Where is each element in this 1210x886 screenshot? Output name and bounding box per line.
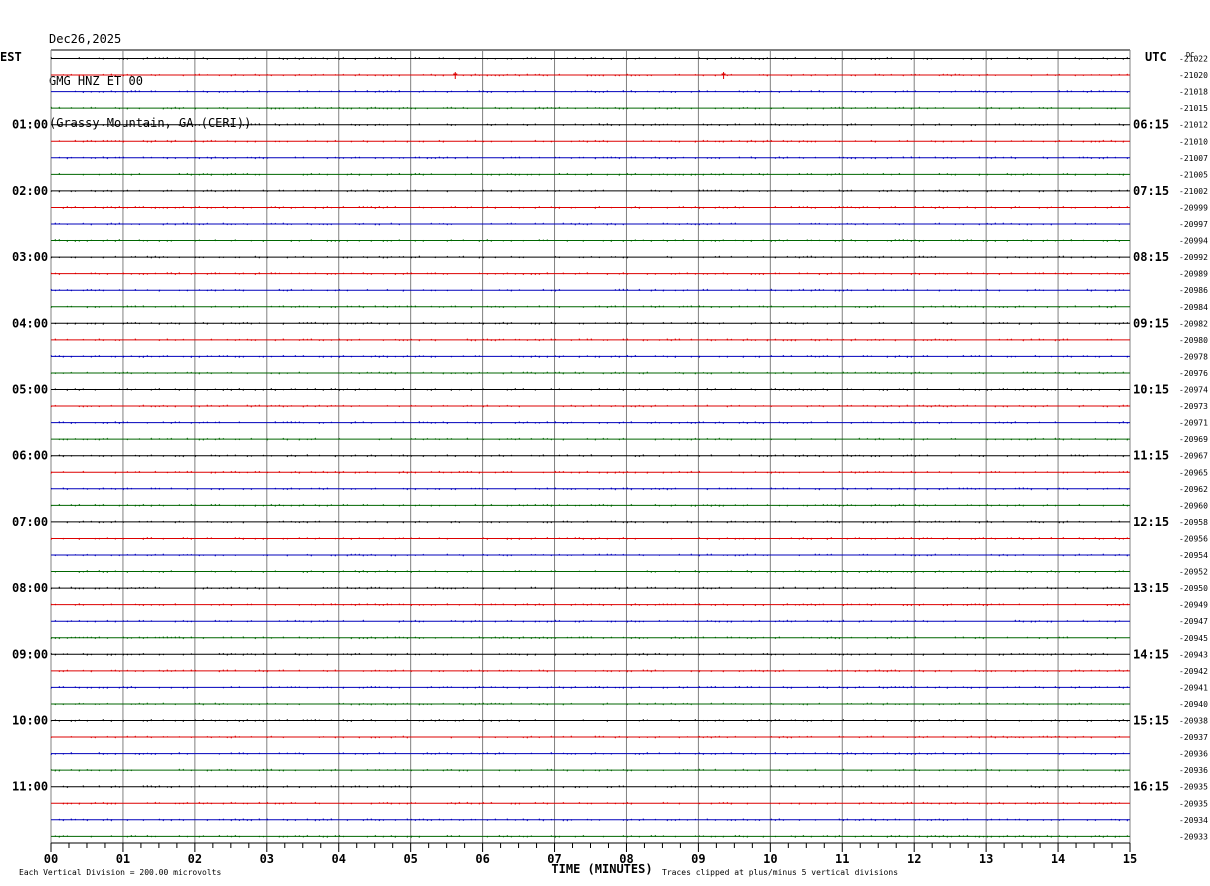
dc-header-label: DC xyxy=(1186,51,1194,59)
x-tick-label: 10 xyxy=(763,852,777,866)
dc-offset-label: -20936 xyxy=(1179,750,1208,759)
right-hour-label: 15:15 xyxy=(1133,714,1169,728)
left-hour-label: 03:00 xyxy=(12,250,48,264)
x-tick-label: 14 xyxy=(1051,852,1065,866)
right-hour-label: 07:15 xyxy=(1133,184,1169,198)
dc-offset-label: -20992 xyxy=(1179,253,1208,262)
x-tick-label: 06 xyxy=(475,852,489,866)
left-hour-label: 02:00 xyxy=(12,184,48,198)
left-hour-label: 11:00 xyxy=(12,780,48,794)
dc-offset-label: -20962 xyxy=(1179,485,1208,494)
x-tick-label: 02 xyxy=(188,852,202,866)
dc-offset-label: -20945 xyxy=(1179,634,1208,643)
dc-offset-label: -20965 xyxy=(1179,468,1208,477)
dc-offset-label: -20997 xyxy=(1179,220,1208,229)
dc-offset-label: -20960 xyxy=(1179,501,1208,510)
left-hour-label: 08:00 xyxy=(12,581,48,595)
dc-offset-label: -20947 xyxy=(1179,617,1208,626)
dc-offset-label: -20934 xyxy=(1179,816,1208,825)
dc-offset-label: -20956 xyxy=(1179,534,1208,543)
dc-offset-label: -20999 xyxy=(1179,203,1208,212)
x-tick-label: 01 xyxy=(116,852,130,866)
left-hour-label: 07:00 xyxy=(12,515,48,529)
right-hour-label: 06:15 xyxy=(1133,118,1169,132)
left-hour-label: 06:00 xyxy=(12,449,48,463)
right-hour-label: 13:15 xyxy=(1133,581,1169,595)
x-axis-title: TIME (MINUTES) xyxy=(551,862,652,876)
x-tick-label: 13 xyxy=(979,852,993,866)
right-hour-label: 14:15 xyxy=(1133,647,1169,661)
dc-offset-label: -20933 xyxy=(1179,832,1208,841)
dc-offset-label: -20942 xyxy=(1179,667,1208,676)
dc-offset-label: -21018 xyxy=(1179,88,1208,97)
dc-offset-label: -20971 xyxy=(1179,419,1208,428)
left-hour-label: 10:00 xyxy=(12,714,48,728)
dc-offset-label: -21015 xyxy=(1179,104,1208,113)
dc-offset-label: -21012 xyxy=(1179,121,1208,130)
left-hour-label: 05:00 xyxy=(12,383,48,397)
right-hour-label: 11:15 xyxy=(1133,449,1169,463)
clip-note: Traces clipped at plus/minus 5 vertical … xyxy=(662,868,898,877)
dc-offset-label: -20954 xyxy=(1179,551,1208,560)
x-tick-label: 11 xyxy=(835,852,849,866)
left-hour-label: 09:00 xyxy=(12,647,48,661)
dc-offset-label: -20940 xyxy=(1179,700,1208,709)
dc-offset-label: -20986 xyxy=(1179,286,1208,295)
dc-offset-label: -20935 xyxy=(1179,799,1208,808)
right-hour-label: 08:15 xyxy=(1133,250,1169,264)
right-hour-label: 12:15 xyxy=(1133,515,1169,529)
right-hour-label: 10:15 xyxy=(1133,383,1169,397)
dc-offset-label: -20943 xyxy=(1179,650,1208,659)
dc-offset-label: -20994 xyxy=(1179,237,1208,246)
right-hour-label: 16:15 xyxy=(1133,780,1169,794)
dc-offset-label: -20969 xyxy=(1179,435,1208,444)
dc-offset-label: -20949 xyxy=(1179,601,1208,610)
x-tick-label: 03 xyxy=(260,852,274,866)
dc-offset-label: -20984 xyxy=(1179,303,1208,312)
left-hour-label: 04:00 xyxy=(12,316,48,330)
scale-note: Each Vertical Division = 200.00 microvol… xyxy=(19,868,221,877)
dc-offset-label: -20989 xyxy=(1179,270,1208,279)
dc-offset-label: -20941 xyxy=(1179,683,1208,692)
dc-offset-label: -20967 xyxy=(1179,452,1208,461)
dc-offset-label: -20935 xyxy=(1179,783,1208,792)
dc-offset-label: -20938 xyxy=(1179,717,1208,726)
left-hour-label: 01:00 xyxy=(12,118,48,132)
x-tick-label: 04 xyxy=(332,852,346,866)
dc-offset-label: -20950 xyxy=(1179,584,1208,593)
dc-offset-label: -20936 xyxy=(1179,766,1208,775)
x-tick-label: 05 xyxy=(403,852,417,866)
dc-offset-label: -20973 xyxy=(1179,402,1208,411)
x-tick-label: 12 xyxy=(907,852,921,866)
dc-offset-label: -21007 xyxy=(1179,154,1208,163)
x-tick-label: 15 xyxy=(1123,852,1137,866)
dc-offset-label: -20982 xyxy=(1179,319,1208,328)
dc-offset-label: -21002 xyxy=(1179,187,1208,196)
x-tick-label: 00 xyxy=(44,852,58,866)
dc-offset-label: -21010 xyxy=(1179,137,1208,146)
dc-offset-label: -20958 xyxy=(1179,518,1208,527)
right-hour-label: 09:15 xyxy=(1133,316,1169,330)
seismogram-plot: -21022-21020-21018-21015-21012-21010-210… xyxy=(12,49,1208,877)
dc-offset-label: -21005 xyxy=(1179,170,1208,179)
dc-offset-label: -20978 xyxy=(1179,352,1208,361)
dc-offset-label: -20952 xyxy=(1179,568,1208,577)
dc-offset-label: -20976 xyxy=(1179,369,1208,378)
dc-offset-label: -20980 xyxy=(1179,336,1208,345)
dc-offset-label: -20974 xyxy=(1179,386,1208,395)
dc-offset-label: -20937 xyxy=(1179,733,1208,742)
dc-offset-label: -21020 xyxy=(1179,71,1208,80)
x-tick-label: 09 xyxy=(691,852,705,866)
